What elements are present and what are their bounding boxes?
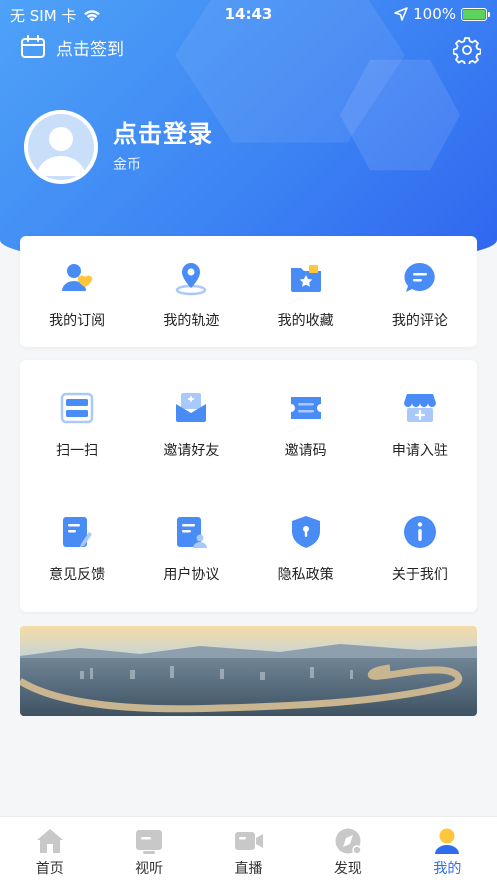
battery-percent: 100% <box>413 5 456 23</box>
compass-icon <box>335 828 362 855</box>
video-player-icon <box>136 830 163 854</box>
login-title[interactable]: 点击登录 <box>113 114 213 149</box>
settings-gear-icon[interactable] <box>453 36 481 64</box>
live-camera-icon <box>234 832 263 850</box>
tab-live[interactable]: 直播 <box>199 817 298 883</box>
menu-privacy-policy[interactable]: 隐私政策 <box>249 486 363 612</box>
tab-discover[interactable]: 发现 <box>298 817 397 883</box>
avatar[interactable] <box>24 110 98 184</box>
location-arrow-icon <box>394 7 408 21</box>
profile-icon <box>435 828 460 854</box>
checkin-label: 点击签到 <box>56 39 124 60</box>
info-icon <box>403 516 436 548</box>
favorites-folder-icon <box>290 265 321 292</box>
menu-invite-friend[interactable]: 邀请好友 <box>134 360 248 486</box>
invite-code-icon <box>290 397 321 419</box>
battery-icon <box>461 7 490 21</box>
tab-home[interactable]: 首页 <box>0 817 99 883</box>
comment-icon <box>404 262 435 292</box>
menu-my-comments[interactable]: 我的评论 <box>363 236 477 347</box>
privacy-shield-icon <box>291 516 320 548</box>
tools-menu-card: 扫一扫 邀请好友 邀请码 申请入驻 意见反馈 用户协议 隐私政策 关于我们 <box>20 360 477 612</box>
calendar-icon <box>21 35 45 58</box>
quick-menu-card: 我的订阅 我的轨迹 我的收藏 我的评论 <box>20 236 477 347</box>
menu-feedback[interactable]: 意见反馈 <box>20 486 134 612</box>
tab-mine[interactable]: 我的 <box>398 817 497 883</box>
checkin-button[interactable]: 点击签到 <box>20 34 124 60</box>
status-bar: 无 SIM 卡 14:43 100% <box>0 0 497 28</box>
user-agreement-icon <box>177 517 208 548</box>
scan-icon <box>60 392 94 424</box>
bottom-tab-bar: 首页 视听 直播 发现 我的 <box>0 816 497 883</box>
feedback-icon <box>63 517 93 547</box>
menu-apply-store[interactable]: 申请入驻 <box>363 360 477 486</box>
default-avatar-icon <box>37 127 85 176</box>
store-apply-icon <box>403 394 436 422</box>
menu-my-track[interactable]: 我的轨迹 <box>134 236 248 347</box>
menu-scan[interactable]: 扫一扫 <box>20 360 134 486</box>
menu-invite-code[interactable]: 邀请码 <box>249 360 363 486</box>
menu-about-us[interactable]: 关于我们 <box>363 486 477 612</box>
city-river-banner[interactable] <box>20 626 477 716</box>
tab-video[interactable]: 视听 <box>99 817 198 883</box>
home-icon <box>36 829 63 853</box>
invite-friend-icon <box>176 393 207 422</box>
menu-user-agreement[interactable]: 用户协议 <box>134 486 248 612</box>
location-pin-icon <box>176 263 207 296</box>
menu-my-subscription[interactable]: 我的订阅 <box>20 236 134 347</box>
coins-label: 金币 <box>113 157 141 173</box>
subscription-icon <box>62 264 93 291</box>
menu-my-favorites[interactable]: 我的收藏 <box>249 236 363 347</box>
